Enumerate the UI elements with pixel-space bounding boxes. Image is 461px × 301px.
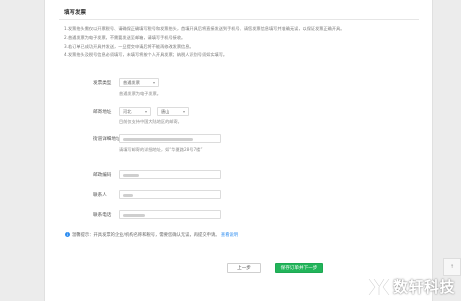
chevron-down-icon: ▾ <box>152 80 155 85</box>
title-divider <box>59 19 419 20</box>
invoice-form-card: 填写发票 1.发票抬头需仅以开票税号、请确保正确填写税号和发票抬头，首填开具后将… <box>44 0 433 301</box>
invoice-type-label: 发票类型 <box>93 81 112 86</box>
phone-input[interactable] <box>119 210 221 219</box>
redacted-text <box>123 137 193 141</box>
redacted-text <box>123 193 133 197</box>
redacted-text <box>123 213 145 217</box>
city-select[interactable]: 唐山 ▾ <box>157 107 189 116</box>
watermark-text: 数轩科技 <box>392 278 455 296</box>
phone-label: 联系电话 <box>93 213 112 218</box>
province-value: 河北 <box>123 109 132 114</box>
brand-logo-icon <box>367 277 390 296</box>
detail-address-label: 街道详细地址 <box>93 137 121 142</box>
notes-list: 1.发票抬头需仅以开票税号、请确保正确填写税号和发票抬头，首填开具后将直接发送到… <box>64 25 424 60</box>
postcode-input[interactable] <box>119 170 221 179</box>
address-hint: 目前仅支持中国大陆地区的邮寄。 <box>119 119 182 124</box>
scroll-top-button[interactable]: ↑ <box>443 258 461 276</box>
note-item: 2.普通发票为电子发票，不需要发送至邮箱，请填写手机号接收。 <box>64 34 186 40</box>
watermark: 数轩科技 <box>367 276 455 297</box>
info-icon: i <box>65 232 70 237</box>
chevron-down-icon: ▾ <box>144 109 147 114</box>
tip-link[interactable]: 查看说明 <box>221 233 238 238</box>
note-item: 3.若订单已成功开具并发送，一旦提交申请后将不能再修改发票信息。 <box>64 43 194 49</box>
province-select[interactable]: 河北 ▾ <box>119 107 151 116</box>
invoice-type-select[interactable]: 普通发票 ▾ <box>119 78 159 87</box>
contact-input[interactable] <box>119 190 221 199</box>
detail-address-input[interactable] <box>119 134 221 143</box>
detail-address-hint: 请填写邮寄的详细地址，如“华夏路28号7楼” <box>119 147 203 152</box>
section-title: 填写发票 <box>64 10 87 16</box>
contact-label: 联系人 <box>93 193 107 198</box>
note-item: 4.发票抬头及税号信息必须填写，未填写将按个人开具发票；纳税人识别号须如实填写。 <box>64 52 228 58</box>
prev-button[interactable]: 上一步 <box>227 263 261 273</box>
redacted-text <box>123 173 139 177</box>
tip-message: i 温馨提示：开具发票的企业/机构名称和税号，需要您确认无误，再提交申请。 查看说… <box>65 232 238 238</box>
invoice-type-value: 普通发票 <box>123 80 140 85</box>
next-button[interactable]: 保存订单并下一步 <box>275 263 323 273</box>
tip-text: 温馨提示：开具发票的企业/机构名称和税号，需要您确认无误，再提交申请。 <box>72 233 220 238</box>
postcode-label: 邮政编码 <box>93 173 112 178</box>
address-label: 邮寄地址 <box>93 110 112 115</box>
note-item: 1.发票抬头需仅以开票税号、请确保正确填写税号和发票抬头，首填开具后将直接发送到… <box>64 26 345 31</box>
chevron-down-icon: ▾ <box>182 109 185 114</box>
invoice-type-hint: 普通发票为电子发票。 <box>119 91 161 96</box>
city-value: 唐山 <box>161 109 170 114</box>
